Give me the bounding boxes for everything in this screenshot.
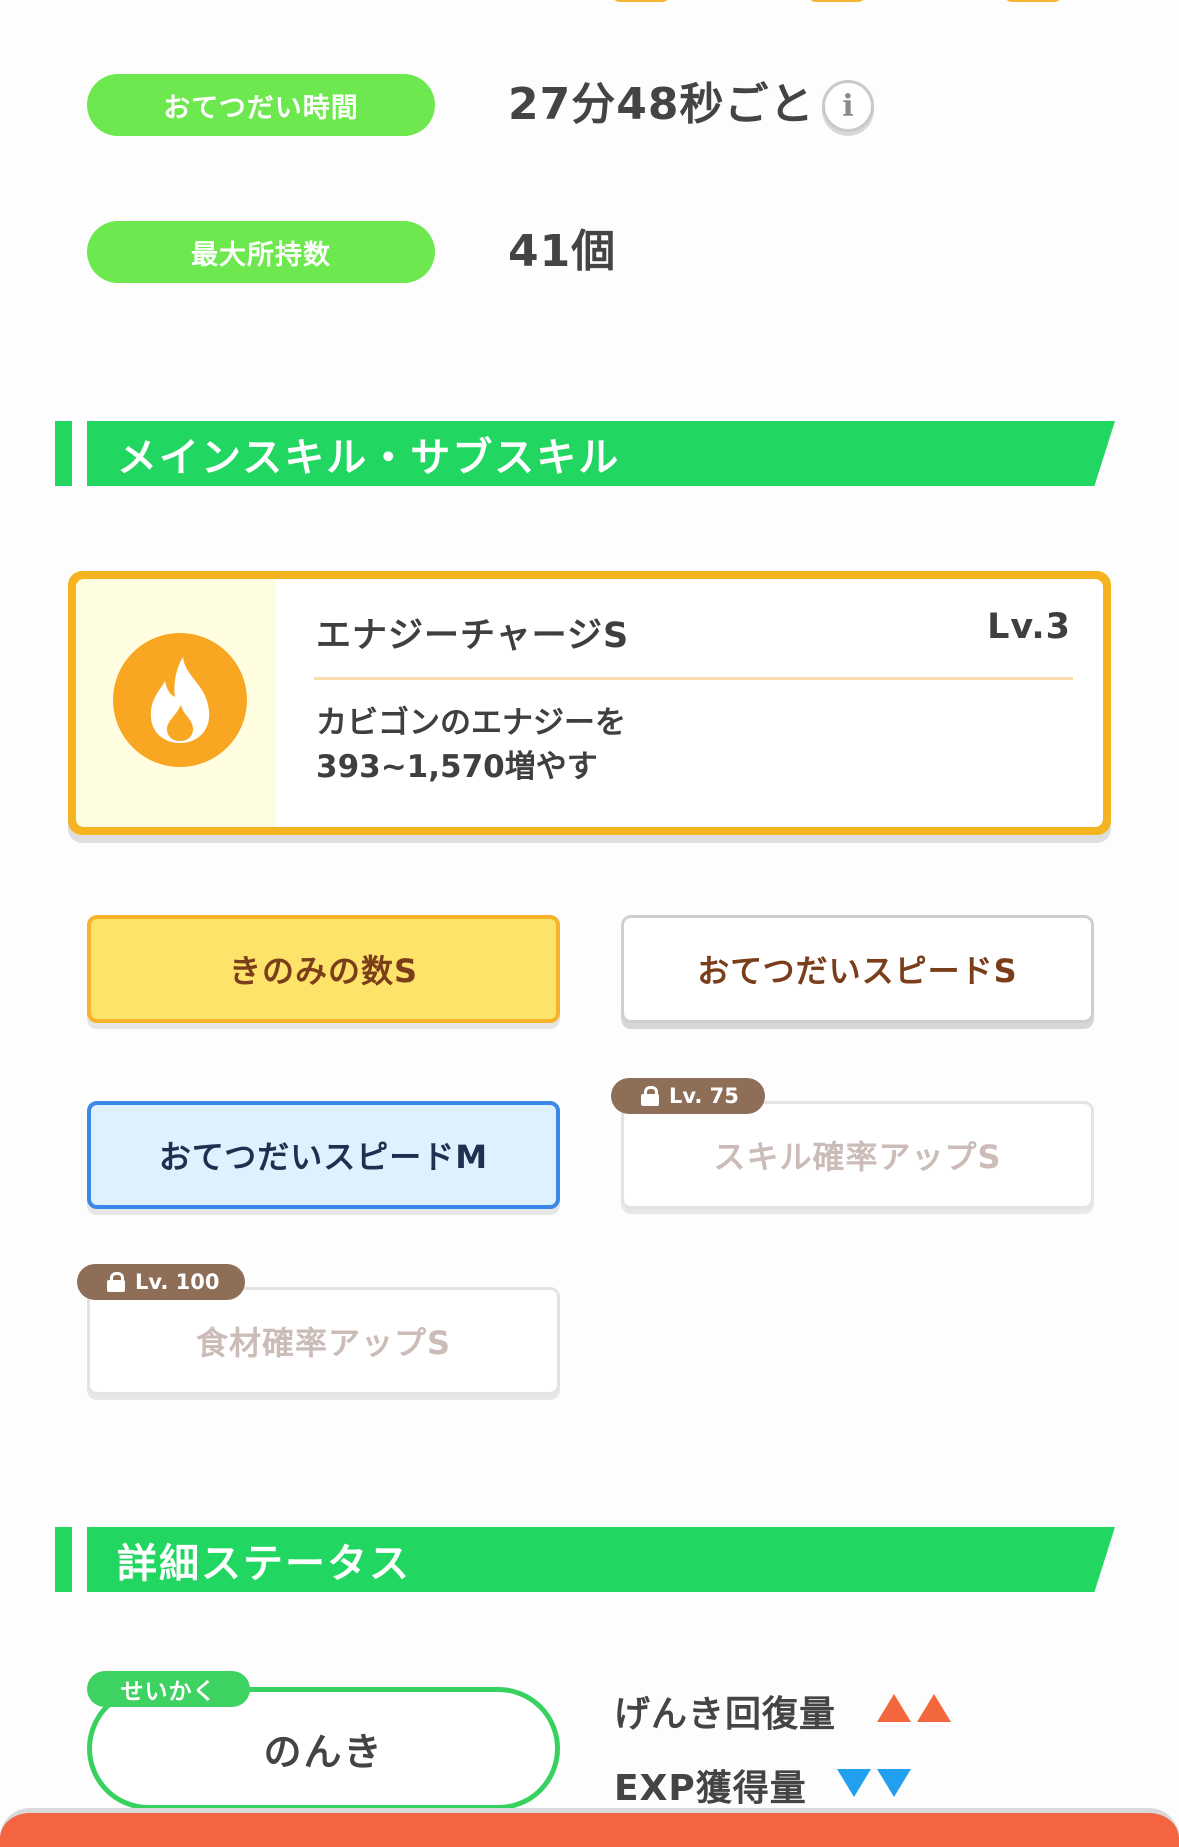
sub-skill-skill-chance[interactable]: スキル確率アップS xyxy=(621,1101,1094,1209)
main-skill-description: カビゴンのエナジーを 393~1,570増やす xyxy=(316,701,626,789)
unlock-level: Lv. 75 xyxy=(669,1084,739,1108)
main-skill-name: エナジーチャージS xyxy=(316,616,630,656)
flame-icon xyxy=(113,633,247,767)
lock-icon xyxy=(641,1086,659,1106)
divider xyxy=(314,677,1073,680)
section-title-details: 詳細ステータス xyxy=(87,1527,1115,1592)
main-skill-card[interactable]: エナジーチャージS Lv.3 カビゴンのエナジーを 393~1,570増やす xyxy=(68,571,1111,835)
sub-skill-help-speed-m[interactable]: おてつだいスピードM xyxy=(87,1101,560,1209)
lock-icon xyxy=(107,1272,125,1292)
description-line: 393~1,570増やす xyxy=(316,749,598,785)
nature-tag: せいかく xyxy=(87,1671,250,1707)
bottom-action-bar[interactable] xyxy=(0,1808,1179,1847)
stat-down-label: EXP獲得量 xyxy=(614,1768,807,1809)
section-title-skills: メインスキル・サブスキル xyxy=(87,421,1115,486)
info-icon[interactable]: i xyxy=(822,80,874,132)
down-arrow-icon xyxy=(877,1769,911,1797)
tab-edge xyxy=(612,0,670,2)
max-carry-label: 最大所持数 xyxy=(87,221,435,283)
up-arrow-icon xyxy=(877,1694,911,1722)
sub-skill-ingredient-chance[interactable]: 食材確率アップS xyxy=(87,1287,560,1395)
section-accent xyxy=(55,1527,72,1592)
sub-skill-help-speed-s[interactable]: おてつだいスピードS xyxy=(621,915,1094,1023)
unlock-level-badge: Lv. 75 xyxy=(611,1078,765,1114)
up-arrow-icon xyxy=(917,1694,951,1722)
stat-up-label: げんき回復量 xyxy=(614,1694,837,1735)
main-skill-level: Lv.3 xyxy=(987,607,1071,647)
unlock-level: Lv. 100 xyxy=(135,1270,220,1294)
sub-skill-berry-count[interactable]: きのみの数S xyxy=(87,915,560,1023)
help-time-label: おてつだい時間 xyxy=(87,74,435,136)
help-time-value: 27分48秒ごと xyxy=(508,79,815,130)
unlock-level-badge: Lv. 100 xyxy=(77,1264,246,1300)
max-carry-value: 41個 xyxy=(508,226,617,277)
tab-edge xyxy=(808,0,866,2)
tab-edge xyxy=(1004,0,1062,2)
down-arrow-icon xyxy=(837,1769,871,1797)
skill-icon-panel xyxy=(76,579,276,827)
section-accent xyxy=(55,421,72,486)
description-line: カビゴンのエナジーを xyxy=(316,705,626,741)
